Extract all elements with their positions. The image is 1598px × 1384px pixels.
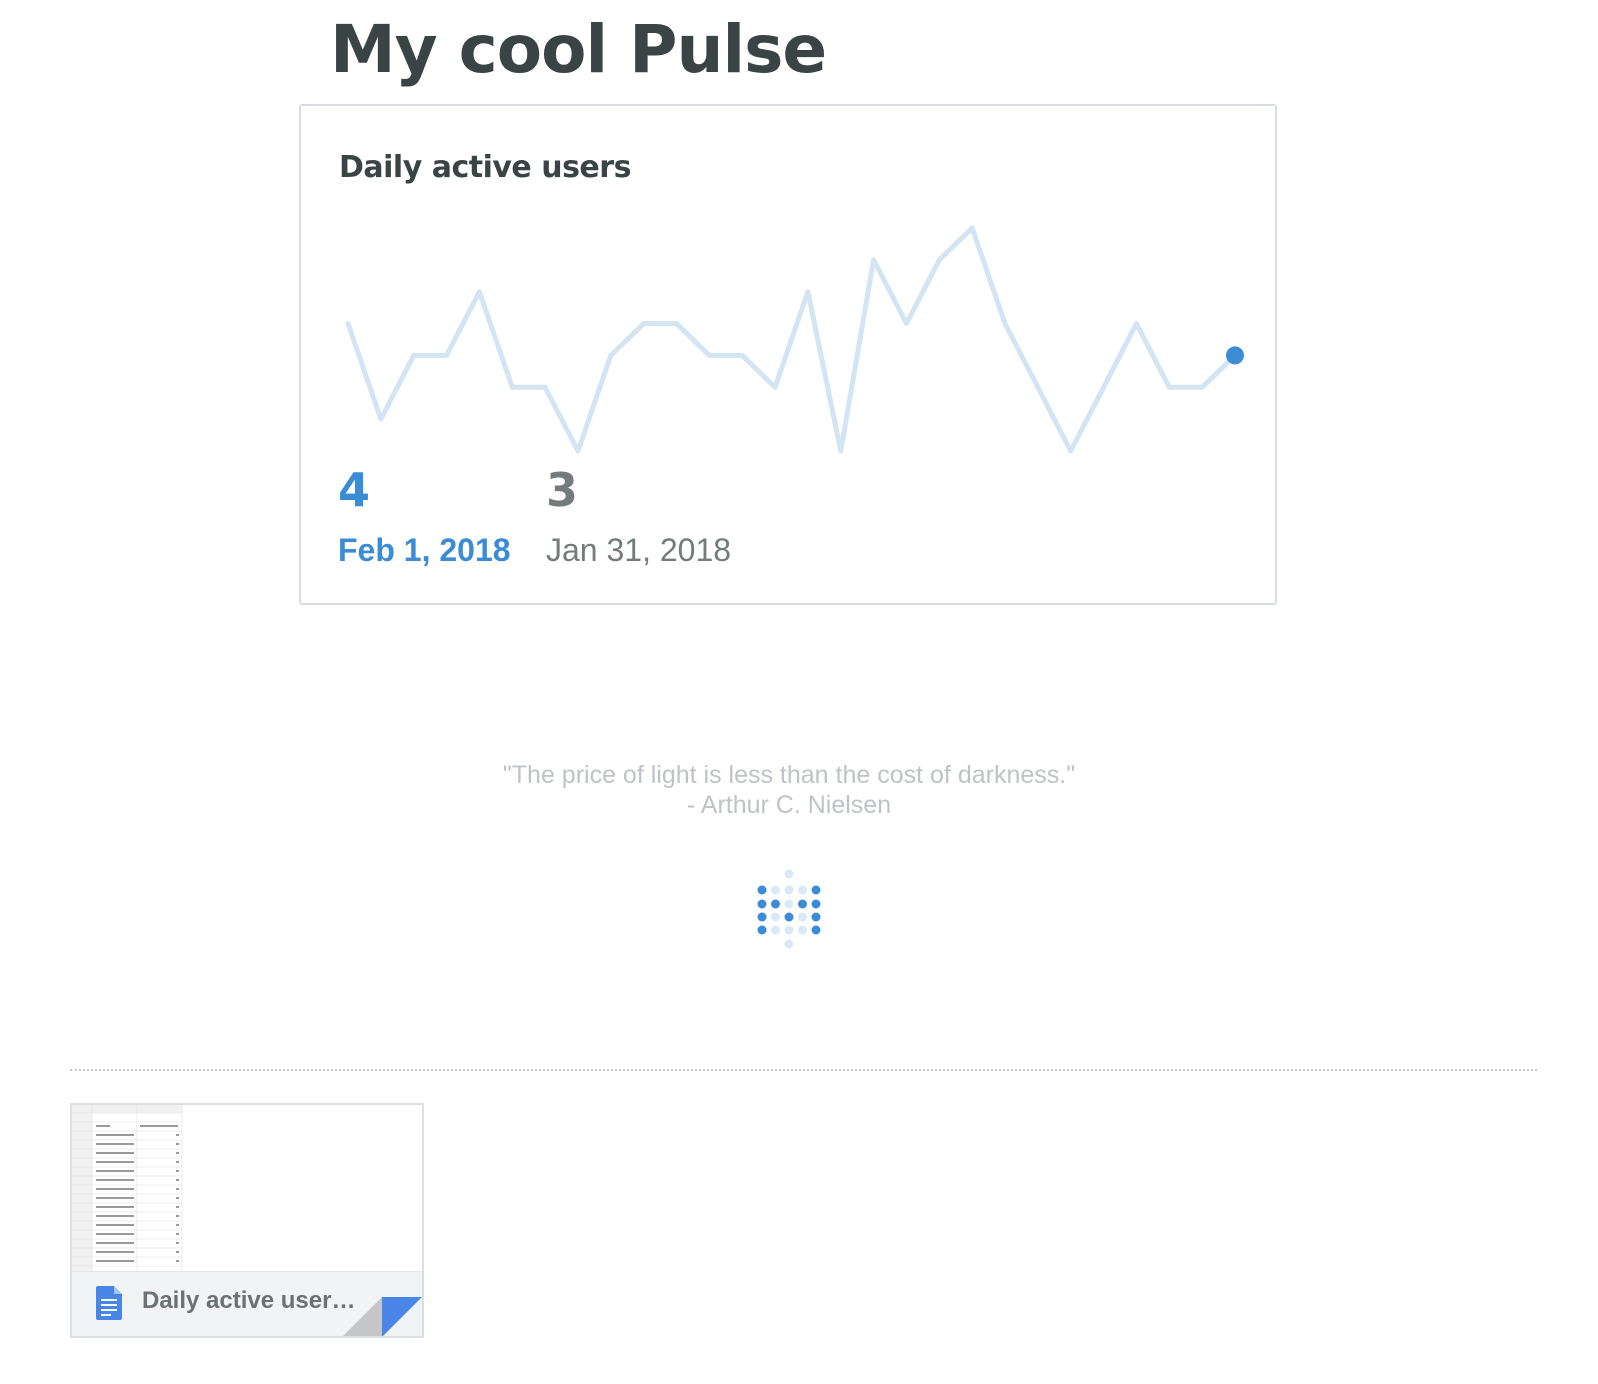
- spreadsheet-thumbnail: [72, 1105, 422, 1271]
- section-divider: [70, 1069, 1537, 1071]
- sparkline-line: [345, 225, 1238, 454]
- current-date: Feb 1, 2018: [338, 532, 511, 568]
- attachment-card[interactable]: Daily active user…: [70, 1103, 424, 1338]
- current-value: 4: [338, 463, 371, 517]
- stat-current: 4 Feb 1, 2018: [338, 460, 511, 572]
- attachment-footer: Daily active user…: [72, 1271, 422, 1336]
- quote-text: "The price of light is less than the cos…: [502, 761, 1076, 789]
- corner-fold-icon: [343, 1297, 422, 1336]
- sparkline-last-point: [1226, 346, 1244, 365]
- quote-author: - Arthur C. Nielsen: [686, 791, 892, 819]
- stat-previous: 3 Jan 31, 2018: [546, 460, 731, 572]
- doc-icon: [96, 1286, 122, 1320]
- page-title: My cool Pulse: [330, 11, 827, 88]
- loading-spinner-icon: [757, 869, 821, 949]
- previous-date: Jan 31, 2018: [546, 532, 732, 568]
- previous-value: 3: [546, 463, 579, 517]
- attachment-name: Daily active user…: [142, 1287, 356, 1314]
- pulse-card[interactable]: Daily active users 4 Feb 1, 2018 3 Jan 3…: [299, 104, 1277, 605]
- loading-quote: "The price of light is less than the cos…: [0, 760, 1578, 820]
